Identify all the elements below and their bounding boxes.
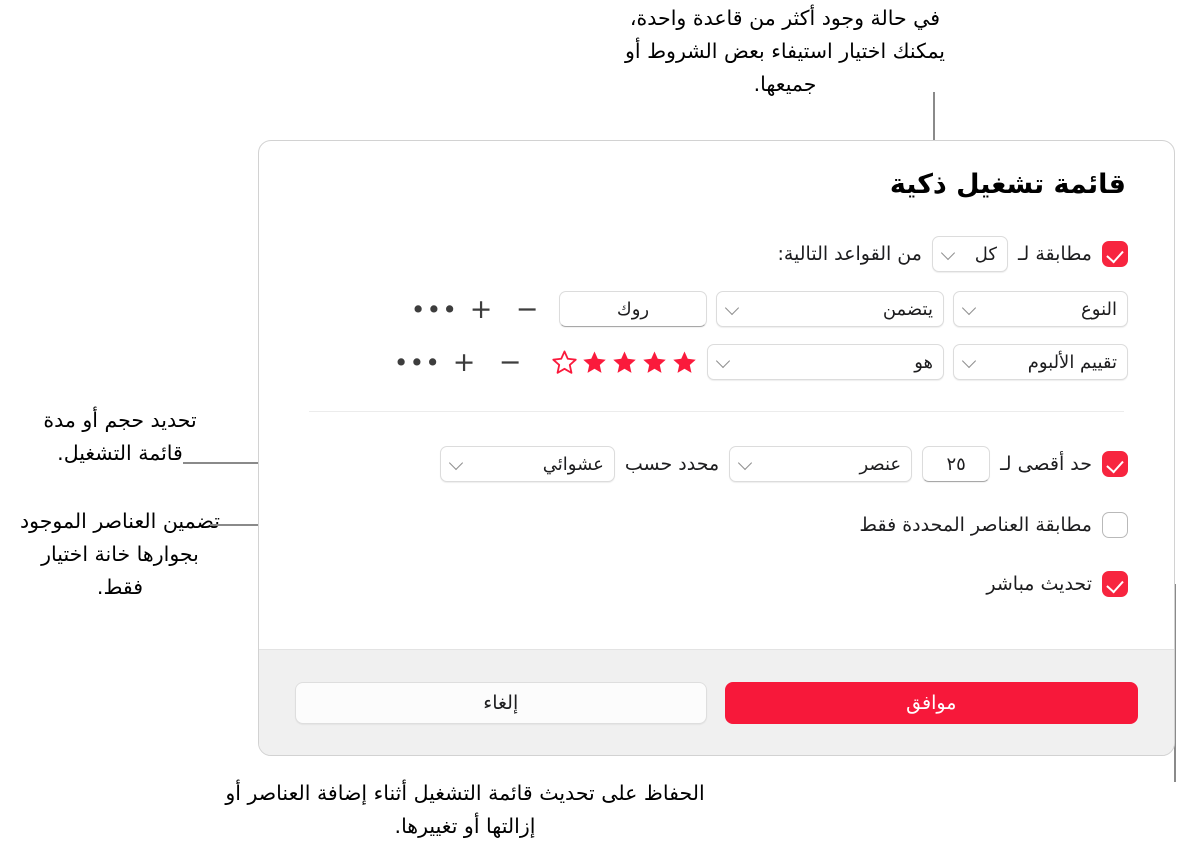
- match-rules-checkbox[interactable]: [1102, 241, 1128, 267]
- chevron-down-icon: [738, 455, 753, 471]
- rule-field-value: النوع: [1081, 298, 1117, 320]
- annotation-live-update: الحفاظ على تحديث قائمة التشغيل أثناء إضا…: [225, 781, 705, 838]
- rule-actions: − + •••: [411, 296, 550, 323]
- star-filled-icon[interactable]: [671, 349, 698, 376]
- chevron-down-icon: [724, 300, 740, 316]
- limit-checkbox[interactable]: [1102, 451, 1128, 477]
- selected-only-checkbox[interactable]: [1102, 512, 1128, 538]
- remove-rule-icon[interactable]: −: [504, 296, 550, 323]
- smart-playlist-dialog: قائمة تشغيل ذكية مطابقة لـ كل من القواعد…: [258, 140, 1175, 756]
- match-rules-select[interactable]: كل: [931, 236, 1008, 272]
- chevron-down-icon: [940, 245, 956, 261]
- rule-operator-select[interactable]: يتضمن: [716, 291, 944, 327]
- match-rules-label-suffix: من القواعد التالية:: [777, 243, 922, 265]
- selected-only-row: مطابقة العناصر المحددة فقط: [859, 512, 1128, 538]
- annotation-selected-only: تضمين العناصر الموجود بجوارها خانة اختيا…: [20, 509, 220, 599]
- rules-separator: [309, 411, 1124, 412]
- dialog-body: قائمة تشغيل ذكية مطابقة لـ كل من القواعد…: [259, 141, 1174, 650]
- star-filled-icon[interactable]: [611, 349, 638, 376]
- page-title: قائمة تشغيل ذكية: [889, 169, 1126, 200]
- limit-label-prefix: حد أقصى لـ: [1000, 453, 1092, 475]
- selected-only-label: مطابقة العناصر المحددة فقط: [859, 514, 1092, 536]
- rule-actions: − + •••: [394, 349, 533, 376]
- match-rules-select-value: كل: [974, 243, 997, 265]
- remove-rule-icon[interactable]: −: [487, 349, 533, 376]
- star-filled-icon[interactable]: [641, 349, 668, 376]
- rule-operator-select[interactable]: هو: [707, 344, 944, 380]
- limit-order-value: عشوائي: [542, 453, 604, 475]
- limit-order-select[interactable]: عشوائي: [439, 446, 615, 482]
- chevron-down-icon: [448, 455, 463, 471]
- limit-amount-input[interactable]: ٢٥: [922, 446, 991, 482]
- chevron-down-icon: [715, 353, 731, 369]
- rule-field-select[interactable]: النوع: [953, 291, 1128, 327]
- limit-row: حد أقصى لـ ٢٥ عنصر محدد حسب عشوائي: [439, 446, 1128, 482]
- add-rule-icon[interactable]: +: [458, 296, 504, 323]
- rating-stars[interactable]: [551, 349, 698, 376]
- rule-operator-value: يتضمن: [882, 298, 933, 320]
- add-rule-icon[interactable]: +: [441, 349, 487, 376]
- ok-button[interactable]: موافق: [724, 681, 1138, 724]
- live-update-checkbox[interactable]: [1102, 571, 1128, 597]
- rule-row: تقييم الألبوم هو − + •••: [394, 344, 1128, 380]
- more-options-icon[interactable]: •••: [411, 297, 458, 322]
- match-rules-row: مطابقة لـ كل من القواعد التالية:: [777, 236, 1128, 272]
- match-rules-label-prefix: مطابقة لـ: [1017, 243, 1092, 265]
- live-update-label: تحديث مباشر: [986, 573, 1092, 595]
- rule-row: النوع يتضمن روك − + •••: [411, 291, 1128, 327]
- limit-unit-value: عنصر: [859, 453, 902, 475]
- rule-field-select[interactable]: تقييم الألبوم: [953, 344, 1128, 380]
- cancel-button[interactable]: إلغاء: [295, 681, 707, 724]
- rule-operator-value: هو: [914, 351, 933, 373]
- annotation-limit: تحديد حجم أو مدة قائمة التشغيل.: [43, 408, 197, 465]
- chevron-down-icon: [961, 353, 977, 369]
- live-update-row: تحديث مباشر: [986, 571, 1128, 597]
- limit-unit-select[interactable]: عنصر: [729, 446, 913, 482]
- star-filled-icon[interactable]: [581, 349, 608, 376]
- star-empty-icon[interactable]: [551, 349, 578, 376]
- annotation-match-rules: في حالة وجود أكثر من قاعدة واحدة، يمكنك …: [624, 6, 945, 96]
- limit-amount-value: ٢٥: [946, 453, 966, 475]
- chevron-down-icon: [961, 300, 977, 316]
- dialog-footer: موافق إلغاء: [259, 649, 1174, 755]
- rule-value-input[interactable]: روك: [559, 291, 707, 327]
- rule-field-value: تقييم الألبوم: [1027, 351, 1117, 373]
- limit-label-middle: محدد حسب: [624, 453, 720, 475]
- more-options-icon[interactable]: •••: [394, 350, 441, 375]
- rule-value-text: روك: [616, 298, 650, 320]
